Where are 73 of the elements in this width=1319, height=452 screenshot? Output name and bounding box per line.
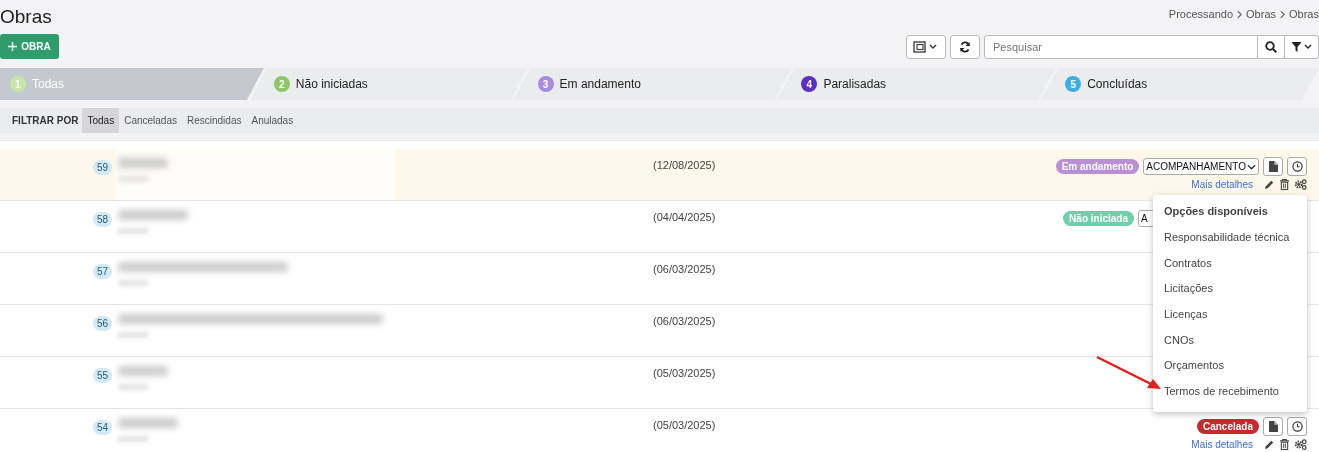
chevron-icon (1247, 163, 1256, 170)
file-icon (1268, 161, 1278, 172)
document-button[interactable] (1263, 157, 1283, 176)
number-badge: 58 (92, 212, 112, 227)
history-button[interactable] (1287, 417, 1307, 436)
filter-option[interactable]: Todas (82, 108, 120, 133)
filter-dropdown-button[interactable] (1285, 34, 1319, 59)
number-badge: 59 (92, 160, 112, 175)
number-badge: 57 (92, 264, 112, 279)
breadcrumb-link[interactable]: Processando (1168, 8, 1234, 20)
date-text: (12/08/2025) (653, 158, 716, 171)
refresh-icon (959, 40, 971, 53)
stage-select[interactable]: ACOMPANHAMENTO (1143, 158, 1259, 175)
gears-icon[interactable] (1294, 439, 1307, 450)
details-link[interactable]: Mais detalhes (1191, 179, 1253, 190)
list-row[interactable]: 54 (05/03/2025) Cancelada Mais detalhes (0, 409, 1319, 452)
history-button[interactable] (1287, 157, 1307, 176)
number-badge: 54 (92, 420, 112, 435)
menu-header: Opções disponíveis (1163, 204, 1269, 219)
menu-item[interactable]: Licitações (1153, 279, 1307, 306)
list-row[interactable]: 59 (12/08/2025) Em andamento ACOMPANHAMENTO Mais detalhes (0, 149, 1319, 201)
number-badge: 56 (92, 316, 112, 331)
chevron-icon (1237, 9, 1243, 19)
filter-icon (1290, 40, 1313, 53)
breadcrumb-link[interactable]: Obras (1246, 8, 1277, 20)
page-title: Obras (0, 6, 52, 28)
clock-icon (1291, 421, 1303, 432)
menu-item[interactable]: Contratos (1153, 253, 1307, 280)
filter-label: FILTRAR POR (12, 115, 79, 126)
number-badge: 55 (92, 368, 112, 383)
date-text: (06/03/2025) (653, 262, 716, 275)
count-badge: 2 (273, 76, 290, 92)
gears-icon[interactable] (1294, 179, 1307, 190)
search-field[interactable]: Pesquisar (984, 34, 1258, 59)
status-badge: Em andamento (1055, 159, 1140, 174)
menu-item[interactable]: CNOs (1153, 330, 1307, 357)
search-icon (1265, 40, 1277, 53)
document-button[interactable] (1263, 417, 1283, 436)
status-tab[interactable]: 2 Não iniciadas (249, 68, 528, 100)
menu-item[interactable]: Responsabilidade técnica (1153, 228, 1307, 254)
status-badge: Cancelada (1196, 419, 1259, 434)
menu-item[interactable]: Licenças (1153, 305, 1307, 331)
breadcrumb-link[interactable]: Obras (1289, 8, 1319, 20)
count-badge: 4 (801, 76, 818, 92)
details-link[interactable]: Mais detalhes (1191, 439, 1253, 450)
status-tab[interactable]: 4 Paralisadas (777, 68, 1056, 100)
file-icon (1268, 421, 1278, 432)
layout-dropdown-button[interactable] (906, 34, 946, 59)
pencil-icon[interactable] (1264, 439, 1275, 450)
filter-option[interactable]: Anuladas (246, 108, 299, 133)
filter-option[interactable]: Rescindidas (182, 108, 247, 133)
trash-icon[interactable] (1280, 439, 1289, 450)
date-text: (06/03/2025) (653, 314, 716, 327)
trash-icon[interactable] (1280, 179, 1289, 190)
date-text: (05/03/2025) (653, 366, 716, 379)
date-text: (05/03/2025) (653, 418, 716, 431)
count-badge: 1 (10, 76, 26, 92)
menu-item[interactable]: Termos de recebimento (1153, 382, 1307, 408)
count-badge: 3 (537, 76, 554, 92)
status-tab[interactable]: 5 Concluídas (1041, 68, 1319, 100)
plus-icon (8, 42, 18, 51)
search-button[interactable] (1258, 34, 1285, 59)
date-text: (04/04/2025) (653, 210, 716, 223)
refresh-button[interactable] (950, 34, 980, 59)
menu-item[interactable]: Orçamentos (1153, 356, 1307, 383)
layout-icon (913, 40, 939, 53)
pencil-icon[interactable] (1264, 179, 1275, 190)
filter-option[interactable]: Canceladas (119, 108, 182, 133)
chevron-icon (1280, 9, 1286, 19)
count-badge: 5 (1065, 76, 1082, 92)
status-tab[interactable]: 3 Em andamento (513, 68, 792, 100)
clock-icon (1291, 161, 1303, 172)
status-badge: Não iniciada (1063, 211, 1134, 226)
